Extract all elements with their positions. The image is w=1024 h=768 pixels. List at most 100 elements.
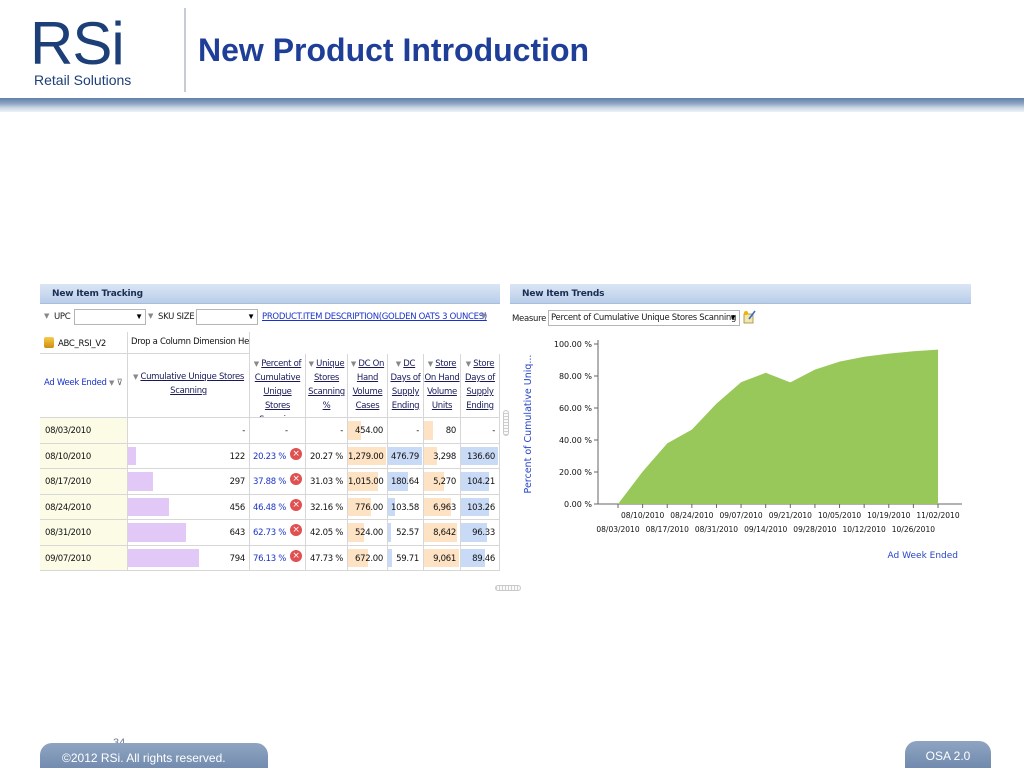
dropdown-arrow-icon[interactable]: ▼ (148, 312, 153, 320)
alert-x-icon[interactable]: × (290, 447, 302, 460)
cell-value: 9,061 (433, 553, 456, 564)
col-header-store-on-hand[interactable]: ▼ Store On Hand Volume Units (424, 354, 461, 418)
cell-value: 297 (229, 477, 246, 487)
col-header-unique[interactable]: ▼ Unique Stores Scanning % (306, 354, 348, 418)
store-days-cell: 96.33 (461, 520, 500, 546)
cell-value: 6,963 (433, 502, 456, 513)
percent-value: 76.13 % (253, 553, 287, 564)
cell-value: 524.00 (355, 528, 383, 538)
percent-cell: 37.88 % × (250, 469, 306, 495)
footer-version-tab: OSA 2.0 (905, 741, 991, 768)
col-header-percent[interactable]: ▼ Percent of Cumulative Unique Stores Sc… (250, 354, 306, 418)
store-days-cell: 103.26 (461, 494, 500, 520)
x-tick-label: 09/07/2010 (719, 511, 762, 520)
cell-value: 32.16 % (309, 502, 343, 513)
unique-cell: - (306, 418, 348, 444)
x-tick-label: 08/31/2010 (695, 525, 738, 534)
data-bar (388, 548, 392, 567)
date-cell: 08/17/2010 (40, 469, 128, 495)
new-item-trends-panel: New Item Trends Measure Percent of Cumul… (510, 284, 971, 584)
y-tick-label: 20.00 % (559, 468, 592, 477)
panel-resize-handle-vertical[interactable] (503, 410, 509, 436)
rsi-logo: RSi Retail Solutions (30, 14, 160, 90)
store-days-cell: 136.60 (461, 443, 500, 469)
x-tick-label: 08/17/2010 (646, 525, 689, 534)
cell-value: 476.79 (391, 451, 419, 462)
drop-column-zone[interactable]: Drop a Column Dimension Here (128, 332, 250, 354)
data-bar (128, 523, 186, 542)
measure-select[interactable]: Percent of Cumulative Unique Stores Scan… (548, 310, 740, 326)
cell-value: 136.60 (467, 451, 495, 462)
cell-value: 643 (229, 528, 246, 538)
cell-value: 103.26 (467, 502, 495, 513)
dc-days-cell: 180.64 (388, 469, 424, 495)
dc-on-hand-cell: 524.00 (348, 520, 388, 546)
dc-on-hand-cell: 1,279.00 (348, 443, 388, 469)
row-header-ad-week[interactable]: Ad Week Ended ▼ ⊽ (40, 354, 128, 418)
alert-x-icon[interactable]: × (290, 549, 302, 562)
upc-select[interactable]: ▼ (74, 309, 146, 325)
percent-cell: 20.23 % × (250, 443, 306, 469)
cell-value: 89.46 (472, 553, 495, 564)
x-tick-label: 08/24/2010 (670, 511, 713, 520)
percent-value: - (285, 426, 288, 436)
cell-value: 80 (445, 426, 457, 436)
panel-title: New Item Trends (510, 284, 971, 304)
x-tick-label: 09/28/2010 (793, 525, 836, 534)
sort-arrow-icon[interactable]: ▼ (109, 379, 114, 387)
dc-days-cell: 59.71 (388, 545, 424, 571)
dc-on-hand-cell: 1,015.00 (348, 469, 388, 495)
percent-value: 62.73 % (253, 528, 287, 538)
col-header-dc-on-hand[interactable]: ▼ DC On Hand Volume Cases (348, 354, 388, 418)
date-cell: 09/07/2010 (40, 545, 128, 571)
alert-x-icon[interactable]: × (290, 473, 302, 485)
alert-x-icon[interactable]: × (290, 498, 302, 511)
cube-cell: ABC_RSI_V2 (40, 332, 128, 354)
panel-resize-handle-horizontal[interactable] (495, 585, 521, 591)
cumulative-cell: 643 (128, 520, 250, 546)
percent-cell: 46.48 % × (250, 494, 306, 520)
sku-size-label: SKU SIZE (158, 312, 195, 322)
sku-size-select[interactable]: ▼ (196, 309, 258, 325)
cell-value: 59.71 (396, 553, 419, 564)
item-description-link[interactable]: PRODUCT.ITEM DESCRIPTION(GOLDEN OATS 3 O… (262, 312, 487, 322)
col-header-dc-days[interactable]: ▼ DC Days of Supply Ending (388, 354, 424, 418)
alert-x-icon[interactable]: × (290, 524, 302, 536)
x-tick-label: 08/03/2010 (596, 525, 639, 534)
col-header-cumulative[interactable]: ▼ Cumulative Unique Stores Scanning (128, 354, 250, 418)
store-days-cell: - (461, 418, 500, 444)
cell-value: - (340, 426, 343, 436)
footer-copyright: ©2012 RSi. All rights reserved. (40, 743, 268, 768)
dc-days-cell: 476.79 (388, 443, 424, 469)
dropdown-arrow-icon[interactable]: ▼ (44, 312, 49, 320)
chevron-down-icon: ▼ (729, 313, 737, 322)
store-on-hand-cell: 5,270 (424, 469, 461, 495)
store-on-hand-cell: 6,963 (424, 494, 461, 520)
date-cell: 08/24/2010 (40, 494, 128, 520)
data-bar (128, 548, 199, 567)
col-header-store-days[interactable]: ▼ Store Days of Supply Ending (461, 354, 500, 418)
cell-value: 454.00 (355, 426, 383, 436)
cumulative-cell: 794 (128, 545, 250, 571)
cell-value: 122 (229, 451, 246, 462)
store-days-cell: 89.46 (461, 545, 500, 571)
chevron-down-icon: ▼ (247, 312, 255, 321)
cell-value: 47.73 % (309, 553, 343, 564)
chart-options-icon[interactable] (743, 310, 756, 324)
header-divider (184, 8, 186, 92)
cube-icon (44, 337, 54, 348)
cell-value: 1,015.00 (348, 477, 384, 487)
x-axis-label: Ad Week Ended (888, 551, 958, 561)
filter-icon[interactable]: ⊽ (117, 378, 123, 388)
x-tick-label: 10/26/2010 (892, 525, 935, 534)
date-cell: 08/31/2010 (40, 520, 128, 546)
chevron-down-icon: ▼ (135, 312, 143, 321)
data-bar (424, 421, 433, 440)
dropdown-arrow-icon[interactable]: ▼ (481, 312, 486, 320)
unique-cell: 31.03 % (306, 469, 348, 495)
slide: RSi Retail Solutions New Product Introdu… (0, 0, 1024, 768)
cell-value: 180.64 (391, 477, 419, 487)
cell-value: 42.05 % (309, 528, 343, 538)
y-tick-label: 60.00 % (559, 404, 592, 413)
store-on-hand-cell: 9,061 (424, 545, 461, 571)
